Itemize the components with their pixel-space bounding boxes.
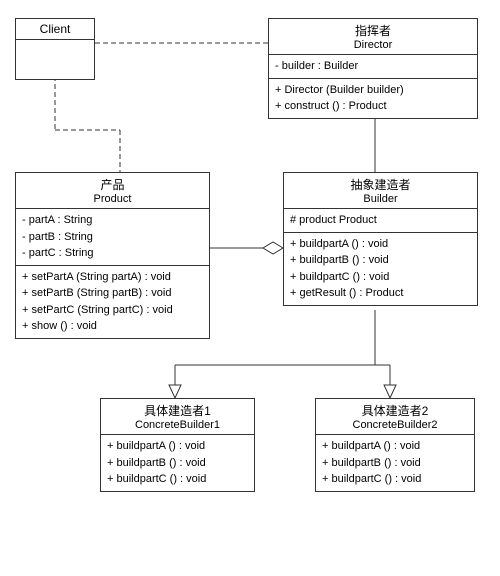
product-method1: + setPartA (String partA) : void [22, 269, 203, 286]
product-title-en: Product [21, 193, 204, 205]
product-methods: + setPartA (String partA) : void + setPa… [16, 266, 209, 338]
concrete2-title-en: ConcreteBuilder2 [321, 419, 469, 431]
director-title-en: Director [274, 39, 472, 51]
concrete1-title-cn: 具体建造者1 [106, 402, 249, 419]
builder-method2: + buildpartB () : void [290, 252, 471, 269]
builder-title-cn: 抽象建造者 [289, 176, 472, 193]
concrete-builder2-box: 具体建造者2 ConcreteBuilder2 + buildpartA () … [315, 398, 475, 492]
concrete-builder1-box: 具体建造者1 ConcreteBuilder1 + buildpartA () … [100, 398, 255, 492]
client-section1 [16, 40, 94, 79]
builder-attr1: # product Product [290, 212, 471, 229]
builder-method4: + getResult () : Product [290, 285, 471, 302]
product-method2: + setPartB (String partB) : void [22, 285, 203, 302]
director-attributes: - builder : Builder [269, 55, 477, 79]
concrete1-methods: + buildpartA () : void + buildpartB () :… [101, 435, 254, 491]
product-attr1: - partA : String [22, 212, 203, 229]
client-title: Client [21, 22, 89, 36]
director-title-cn: 指挥者 [274, 22, 472, 39]
director-method2: + construct () : Product [275, 98, 471, 115]
product-method4: + show () : void [22, 318, 203, 335]
concrete1-method1: + buildpartA () : void [107, 438, 248, 455]
concrete1-method2: + buildpartB () : void [107, 455, 248, 472]
director-box: 指挥者 Director - builder : Builder + Direc… [268, 18, 478, 119]
product-box: 产品 Product - partA : String - partB : St… [15, 172, 210, 339]
builder-method3: + buildpartC () : void [290, 269, 471, 286]
director-methods: + Director (Builder builder) + construct… [269, 79, 477, 118]
builder-title-en: Builder [289, 193, 472, 205]
concrete2-method3: + buildpartC () : void [322, 471, 468, 488]
director-attr1: - builder : Builder [275, 58, 471, 75]
product-method3: + setPartC (String partC) : void [22, 302, 203, 319]
builder-methods: + buildpartA () : void + buildpartB () :… [284, 233, 477, 305]
builder-method1: + buildpartA () : void [290, 236, 471, 253]
builder-attributes: # product Product [284, 209, 477, 233]
concrete1-method3: + buildpartC () : void [107, 471, 248, 488]
client-box: Client [15, 18, 95, 80]
product-attr3: - partC : String [22, 245, 203, 262]
director-method1: + Director (Builder builder) [275, 82, 471, 99]
builder-box: 抽象建造者 Builder # product Product + buildp… [283, 172, 478, 306]
concrete2-methods: + buildpartA () : void + buildpartB () :… [316, 435, 474, 491]
product-attributes: - partA : String - partB : String - part… [16, 209, 209, 266]
concrete2-method2: + buildpartB () : void [322, 455, 468, 472]
concrete2-method1: + buildpartA () : void [322, 438, 468, 455]
diagram-container: Client 指挥者 Director - builder : Builder … [0, 0, 500, 576]
concrete2-title-cn: 具体建造者2 [321, 402, 469, 419]
concrete1-title-en: ConcreteBuilder1 [106, 419, 249, 431]
product-title-cn: 产品 [21, 176, 204, 193]
product-attr2: - partB : String [22, 229, 203, 246]
